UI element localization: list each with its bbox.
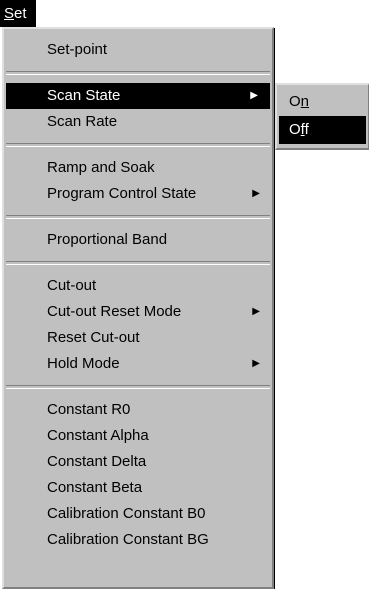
menu-item-label: Scan Rate xyxy=(47,113,118,130)
menu-item-proportional-band[interactable]: Proportional Band xyxy=(4,227,272,253)
submenu-item-on-mnemonic: n xyxy=(300,93,310,110)
menu-item-scan-rate[interactable]: Scan Rate xyxy=(4,109,272,135)
menu-separator xyxy=(6,261,270,265)
menu-item-label: Constant Beta xyxy=(47,479,143,496)
menu-item-label: Set-point xyxy=(47,41,108,58)
menu-item-label: Scan State xyxy=(47,87,121,104)
menu-item-label: Proportional Band xyxy=(47,231,168,248)
menu-item-constant-r0[interactable]: Constant R0 xyxy=(4,397,272,423)
menu-item-reset-cut-out[interactable]: Reset Cut-out xyxy=(4,325,272,351)
menu-item-hold-mode[interactable]: Hold Mode ▶ xyxy=(4,351,272,377)
submenu-arrow-icon: ▶ xyxy=(252,188,260,199)
submenu-item-off-prefix: O xyxy=(289,121,301,138)
set-label-rest: et xyxy=(14,5,27,22)
menu-item-set-point[interactable]: Set-point xyxy=(4,37,272,63)
menu-item-cut-out[interactable]: Cut-out xyxy=(4,273,272,299)
set-menu: Set-point Scan State ▶ Scan Rate Ramp and… xyxy=(2,27,274,589)
scan-state-submenu: On Off xyxy=(275,83,369,150)
menu-item-calibration-constant-b0[interactable]: Calibration Constant B0 xyxy=(4,501,272,527)
menu-item-label: Cut-out xyxy=(47,277,97,294)
submenu-arrow-icon: ▶ xyxy=(252,306,260,317)
menu-separator xyxy=(6,385,270,389)
submenu-item-on[interactable]: On xyxy=(277,88,368,116)
menu-item-constant-alpha[interactable]: Constant Alpha xyxy=(4,423,272,449)
menu-separator xyxy=(6,143,270,147)
menu-item-label: Hold Mode xyxy=(47,355,120,372)
menu-item-label: Cut-out Reset Mode xyxy=(47,303,182,320)
menu-item-label: Reset Cut-out xyxy=(47,329,140,346)
menu-item-ramp-and-soak[interactable]: Ramp and Soak xyxy=(4,155,272,181)
menu-item-label: Constant Delta xyxy=(47,453,147,470)
submenu-item-off-suffix: f xyxy=(304,121,309,138)
menu-item-constant-delta[interactable]: Constant Delta xyxy=(4,449,272,475)
menu-item-constant-beta[interactable]: Constant Beta xyxy=(4,475,272,501)
menu-item-label: Calibration Constant BG xyxy=(47,531,209,548)
menu-item-label: Ramp and Soak xyxy=(47,159,155,176)
submenu-item-on-prefix: O xyxy=(289,93,301,110)
set-mnemonic: S xyxy=(4,5,15,22)
submenu-arrow-icon: ▶ xyxy=(252,358,260,369)
menu-item-scan-state[interactable]: Scan State ▶ xyxy=(6,83,270,109)
menu-item-label: Program Control State xyxy=(47,185,197,202)
menu-item-calibration-constant-bg[interactable]: Calibration Constant BG xyxy=(4,527,272,553)
submenu-arrow-icon: ▶ xyxy=(250,90,258,101)
menu-item-label: Constant R0 xyxy=(47,401,131,418)
menu-item-program-control-state[interactable]: Program Control State ▶ xyxy=(4,181,272,207)
menu-item-label: Calibration Constant B0 xyxy=(47,505,206,522)
submenu-item-off[interactable]: Off xyxy=(279,116,366,144)
menubar-set[interactable]: Set xyxy=(0,0,36,27)
menu-item-label: Constant Alpha xyxy=(47,427,149,444)
menu-separator xyxy=(6,71,270,75)
menu-separator xyxy=(6,215,270,219)
menu-item-cut-out-reset-mode[interactable]: Cut-out Reset Mode ▶ xyxy=(4,299,272,325)
